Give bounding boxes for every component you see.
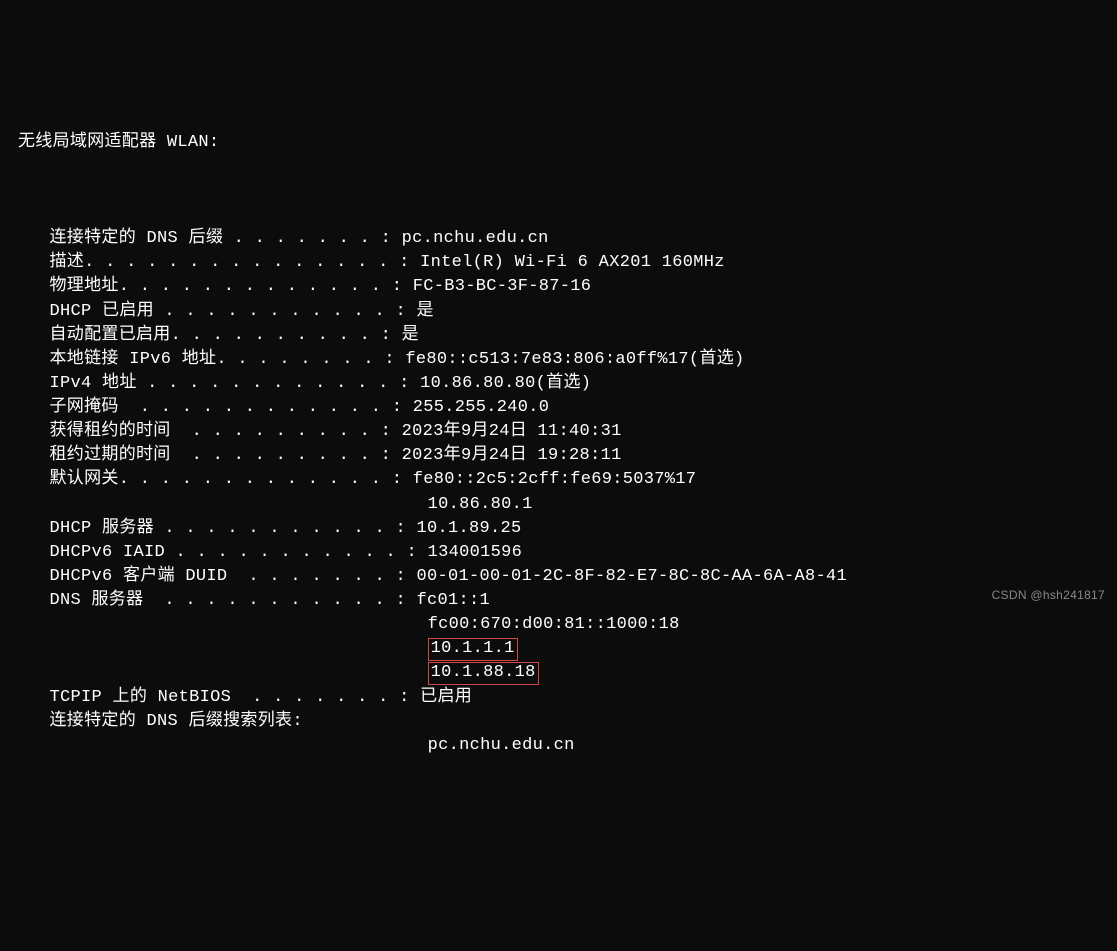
- config-label: 默认网关. . . . . . . . . . . . . :: [18, 470, 402, 489]
- config-value: 2023年9月24日 11:40:31: [391, 422, 621, 441]
- config-label: 子网掩码 . . . . . . . . . . . . :: [18, 398, 402, 417]
- config-row: 连接特定的 DNS 后缀搜索列表:: [18, 710, 1099, 734]
- config-value: pc.nchu.edu.cn: [417, 736, 575, 755]
- blank-line: [18, 179, 1099, 203]
- config-label: 描述. . . . . . . . . . . . . . . :: [18, 253, 410, 272]
- config-row: 自动配置已启用. . . . . . . . . . : 是: [18, 324, 1099, 348]
- config-value: 是: [391, 326, 419, 345]
- config-value: 134001596: [417, 543, 522, 562]
- watermark: CSDN @hsh241817: [992, 587, 1105, 604]
- config-label: 物理地址. . . . . . . . . . . . . :: [18, 277, 402, 296]
- config-value: fc01::1: [406, 591, 490, 610]
- config-value: FC-B3-BC-3F-87-16: [402, 277, 591, 296]
- config-value: 10.1.88.18: [428, 662, 539, 684]
- config-row: 物理地址. . . . . . . . . . . . . : FC-B3-BC…: [18, 275, 1099, 299]
- config-label: 连接特定的 DNS 后缀搜索列表:: [18, 712, 303, 731]
- config-value: 10.86.80.1: [417, 495, 533, 514]
- config-value: 2023年9月24日 19:28:11: [391, 446, 621, 465]
- config-value: Intel(R) Wi-Fi 6 AX201 160MHz: [410, 253, 725, 272]
- config-row: DHCP 服务器 . . . . . . . . . . . : 10.1.89…: [18, 517, 1099, 541]
- config-label: [18, 495, 417, 514]
- config-label: DHCPv6 IAID . . . . . . . . . . . :: [18, 543, 417, 562]
- config-value: fc00:670:d00:81::1000:18: [417, 615, 680, 634]
- config-value: 是: [406, 302, 434, 321]
- config-label: DNS 服务器 . . . . . . . . . . . :: [18, 591, 406, 610]
- config-label: 租约过期的时间 . . . . . . . . . :: [18, 446, 391, 465]
- config-label: 连接特定的 DNS 后缀 . . . . . . . :: [18, 229, 391, 248]
- config-label: [18, 663, 428, 682]
- config-label: DHCPv6 客户端 DUID . . . . . . . :: [18, 567, 406, 586]
- config-label: TCPIP 上的 NetBIOS . . . . . . . :: [18, 688, 410, 707]
- config-label: 自动配置已启用. . . . . . . . . . :: [18, 326, 391, 345]
- config-value: 255.255.240.0: [402, 398, 549, 417]
- config-value: 00-01-00-01-2C-8F-82-E7-8C-8C-AA-6A-A8-4…: [406, 567, 847, 586]
- config-value: fe80::c513:7e83:806:a0ff%17(首选): [395, 350, 745, 369]
- terminal-output: 无线局域网适配器 WLAN: 连接特定的 DNS 后缀 . . . . . . …: [18, 107, 1099, 783]
- config-row: DHCP 已启用 . . . . . . . . . . . : 是: [18, 300, 1099, 324]
- config-row: 获得租约的时间 . . . . . . . . . : 2023年9月24日 1…: [18, 420, 1099, 444]
- config-label: DHCP 已启用 . . . . . . . . . . . :: [18, 302, 406, 321]
- config-row: 连接特定的 DNS 后缀 . . . . . . . : pc.nchu.edu…: [18, 227, 1099, 251]
- config-row: pc.nchu.edu.cn: [18, 734, 1099, 758]
- config-label: DHCP 服务器 . . . . . . . . . . . :: [18, 519, 406, 538]
- config-row: 描述. . . . . . . . . . . . . . . : Intel(…: [18, 251, 1099, 275]
- config-label: 本地链接 IPv6 地址. . . . . . . . :: [18, 350, 395, 369]
- config-label: [18, 639, 428, 658]
- config-row: 本地链接 IPv6 地址. . . . . . . . : fe80::c513…: [18, 348, 1099, 372]
- config-row: TCPIP 上的 NetBIOS . . . . . . . : 已启用: [18, 686, 1099, 710]
- config-value: 10.1.1.1: [428, 638, 518, 660]
- config-label: [18, 615, 417, 634]
- config-row: 默认网关. . . . . . . . . . . . . : fe80::2c…: [18, 468, 1099, 492]
- config-row: fc00:670:d00:81::1000:18: [18, 613, 1099, 637]
- config-value: fe80::2c5:2cff:fe69:5037%17: [402, 470, 696, 489]
- config-value: 10.1.89.25: [406, 519, 522, 538]
- adapter-header: 无线局域网适配器 WLAN:: [18, 131, 1099, 155]
- config-row: 10.86.80.1: [18, 493, 1099, 517]
- config-label: IPv4 地址 . . . . . . . . . . . . :: [18, 374, 410, 393]
- config-row: DHCPv6 客户端 DUID . . . . . . . : 00-01-00…: [18, 565, 1099, 589]
- config-row: IPv4 地址 . . . . . . . . . . . . : 10.86.…: [18, 372, 1099, 396]
- config-value: pc.nchu.edu.cn: [391, 229, 549, 248]
- config-value: 10.86.80.80(首选): [410, 374, 592, 393]
- config-row: DHCPv6 IAID . . . . . . . . . . . : 1340…: [18, 541, 1099, 565]
- config-label: 获得租约的时间 . . . . . . . . . :: [18, 422, 391, 441]
- config-row: 租约过期的时间 . . . . . . . . . : 2023年9月24日 1…: [18, 444, 1099, 468]
- config-value: 已启用: [410, 688, 472, 707]
- config-label: [18, 736, 417, 755]
- config-row: 10.1.88.18: [18, 661, 1099, 685]
- config-lines: 连接特定的 DNS 后缀 . . . . . . . : pc.nchu.edu…: [18, 227, 1099, 758]
- config-row: 子网掩码 . . . . . . . . . . . . : 255.255.2…: [18, 396, 1099, 420]
- config-row: 10.1.1.1: [18, 637, 1099, 661]
